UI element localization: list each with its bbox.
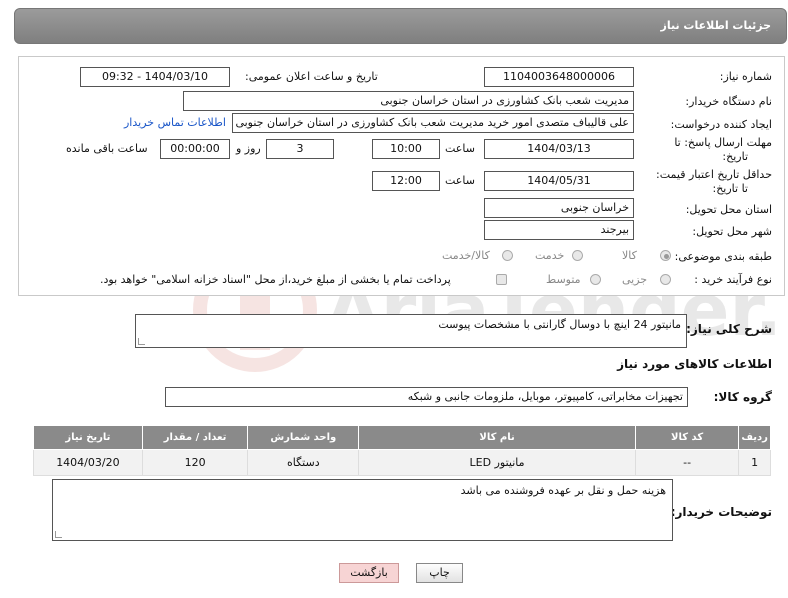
need-number-field: 1104003648000006 bbox=[484, 67, 634, 87]
deadline-time-field: 10:00 bbox=[372, 139, 440, 159]
goods-group-label: گروه کالا: bbox=[713, 390, 772, 404]
category-label: طبقه بندی موضوعی: bbox=[674, 250, 772, 263]
announce-datetime-field: 1404/03/10 - 09:32 bbox=[80, 67, 230, 87]
purchase-type-label: نوع فرآیند خرید : bbox=[694, 273, 772, 286]
buyer-notes-text: هزینه حمل و نقل بر عهده فروشنده می باشد bbox=[460, 484, 666, 497]
table-row[interactable]: 1 -- مانیتور LED دستگاه 120 1404/03/20 bbox=[33, 449, 771, 476]
print-button[interactable]: چاپ bbox=[416, 563, 463, 583]
col-header-quantity: تعداد / مقدار bbox=[141, 425, 249, 450]
goods-section-title: اطلاعات کالاهای مورد نیاز bbox=[617, 357, 772, 371]
treasury-note: پرداخت تمام یا بخشی از مبلغ خرید،از محل … bbox=[100, 273, 451, 286]
purchase-medium-radio[interactable] bbox=[590, 274, 601, 285]
cell-quantity: 120 bbox=[141, 449, 249, 476]
description-label: شرح کلی نیاز: bbox=[686, 322, 772, 336]
buyer-org-field: مدیریت شعب بانک کشاورزی در استان خراسان … bbox=[183, 91, 634, 111]
col-header-code: کد کالا bbox=[634, 425, 740, 450]
purchase-minor-radio[interactable] bbox=[660, 274, 671, 285]
purchase-medium-label: متوسط bbox=[546, 273, 581, 286]
page-header: جزئیات اطلاعات نیاز bbox=[14, 8, 787, 44]
announce-label: تاریخ و ساعت اعلان عمومی: bbox=[245, 70, 378, 83]
deadline-label-date: تاریخ: bbox=[722, 150, 748, 163]
buyer-contact-link[interactable]: اطلاعات تماس خریدار bbox=[124, 116, 226, 129]
category-goods-radio[interactable] bbox=[660, 250, 671, 261]
buyer-notes-label: توضیحات خریدار: bbox=[670, 505, 772, 519]
purchase-minor-label: جزیی bbox=[622, 273, 648, 286]
col-header-unit: واحد شمارش bbox=[247, 425, 360, 450]
description-text: مانیتور 24 اینچ با دوسال گارانتی با مشخص… bbox=[438, 318, 681, 331]
province-label: استان محل تحویل: bbox=[685, 203, 772, 216]
category-both-radio[interactable] bbox=[502, 250, 513, 261]
province-field: خراسان جنوبی bbox=[484, 198, 634, 218]
description-textarea: مانیتور 24 اینچ با دوسال گارانتی با مشخص… bbox=[135, 314, 687, 348]
validity-date-field: 1404/05/31 bbox=[484, 171, 634, 191]
category-goods-label: کالا bbox=[622, 249, 637, 262]
back-button[interactable]: بازگشت bbox=[339, 563, 399, 583]
buyer-org-label: نام دستگاه خریدار: bbox=[685, 95, 772, 108]
remaining-label: ساعت باقی مانده bbox=[66, 142, 148, 155]
table-header-row: ردیف کد کالا نام کالا واحد شمارش تعداد /… bbox=[33, 425, 771, 450]
cell-unit: دستگاه bbox=[247, 449, 360, 476]
validity-time-field: 12:00 bbox=[372, 171, 440, 191]
validity-label-date: تا تاریخ: bbox=[712, 182, 748, 195]
deadline-date-field: 1404/03/13 bbox=[484, 139, 634, 159]
col-header-row-number: ردیف bbox=[738, 425, 771, 450]
treasury-checkbox[interactable] bbox=[496, 274, 507, 285]
requester-field: علی قالیباف متصدی امور خرید مدیریت شعب ب… bbox=[232, 113, 634, 133]
remaining-time-field: 00:00:00 bbox=[160, 139, 230, 159]
days-field: 3 bbox=[266, 139, 334, 159]
buyer-notes-textarea: هزینه حمل و نقل بر عهده فروشنده می باشد bbox=[52, 479, 673, 541]
cell-row-number: 1 bbox=[738, 449, 771, 476]
category-both-label: کالا/خدمت bbox=[442, 249, 490, 262]
days-label: روز و bbox=[236, 142, 261, 155]
resize-handle-icon[interactable] bbox=[55, 531, 62, 538]
cell-name: مانیتور LED bbox=[358, 449, 636, 476]
category-service-radio[interactable] bbox=[572, 250, 583, 261]
requester-label: ایجاد کننده درخواست: bbox=[670, 118, 772, 131]
validity-label: حداقل تاریخ اعتبار قیمت: bbox=[656, 168, 772, 181]
need-number-label: شماره نیاز: bbox=[719, 70, 772, 83]
cell-code: -- bbox=[634, 449, 740, 476]
deadline-time-label: ساعت bbox=[445, 142, 475, 155]
city-label: شهر محل تحویل: bbox=[692, 225, 772, 238]
category-service-label: خدمت bbox=[535, 249, 565, 262]
col-header-date: تاریخ نیاز bbox=[33, 425, 143, 450]
deadline-label: مهلت ارسال پاسخ: تا bbox=[674, 136, 772, 149]
goods-group-field: تجهیزات مخابراتی، کامپیوتر، موبایل، ملزو… bbox=[165, 387, 688, 407]
goods-table: ردیف کد کالا نام کالا واحد شمارش تعداد /… bbox=[33, 425, 771, 476]
col-header-name: نام کالا bbox=[358, 425, 636, 450]
validity-time-label: ساعت bbox=[445, 174, 475, 187]
resize-handle-icon[interactable] bbox=[138, 338, 145, 345]
city-field: بیرجند bbox=[484, 220, 634, 240]
cell-date: 1404/03/20 bbox=[33, 449, 143, 476]
